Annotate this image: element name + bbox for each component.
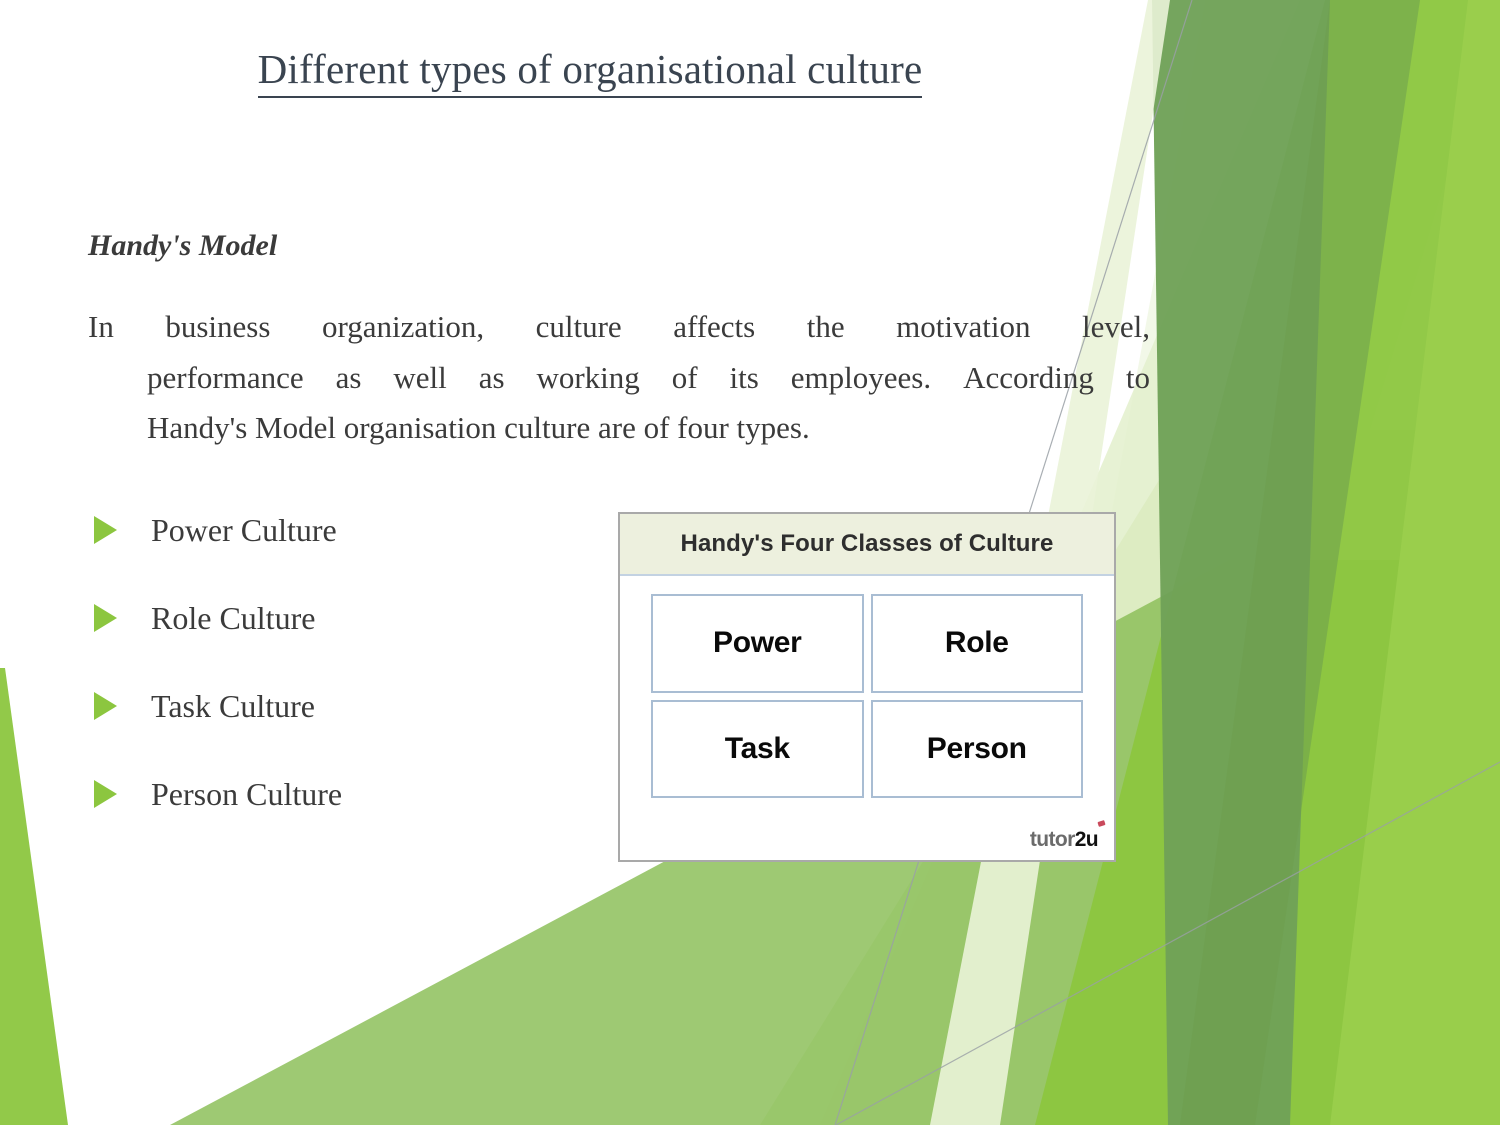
word: the (807, 302, 845, 353)
word: In (88, 302, 114, 353)
word: level, (1082, 302, 1150, 353)
figure-body: Power Role Task Person tutor2u (620, 576, 1114, 860)
shape-dark-green-wedge (1152, 0, 1330, 1125)
word: According (963, 353, 1094, 404)
handys-model-figure: Handy's Four Classes of Culture Power Ro… (618, 512, 1116, 862)
quadrant-cell-task: Task (651, 700, 864, 799)
word: organization, (322, 302, 484, 353)
page-title: Different types of organisational cultur… (258, 46, 923, 98)
list-item-label: Power Culture (151, 514, 337, 546)
figure-title: Handy's Four Classes of Culture (681, 530, 1054, 558)
logo-accent-dot-icon (1097, 820, 1105, 827)
word: affects (673, 302, 755, 353)
quadrant-label: Power (713, 626, 802, 660)
word: business (165, 302, 270, 353)
tutor2u-logo: tutor2u (1030, 828, 1098, 852)
word: as (336, 353, 362, 404)
list-item[interactable]: Task Culture (88, 662, 558, 750)
shape-bottom-left-wedge (0, 668, 68, 1125)
shape-lime-edge (1330, 0, 1500, 1125)
word: performance (147, 353, 304, 404)
word: well (393, 353, 446, 404)
quadrant-grid: Power Role Task Person (651, 594, 1083, 798)
word: working (536, 353, 639, 404)
paragraph-line-3: Handy's Model organisation culture are o… (88, 403, 1150, 454)
word: as (479, 353, 505, 404)
word: motivation (896, 302, 1030, 353)
list-item-label: Task Culture (151, 690, 315, 722)
shape-dark-green-wedge-2 (1180, 0, 1420, 1125)
quadrant-cell-role: Role (871, 594, 1084, 693)
paragraph-line-2: performance as well as working of its em… (88, 353, 1150, 404)
quadrant-label: Task (725, 732, 790, 766)
quadrant-cell-power: Power (651, 594, 864, 693)
paragraph-line-1: In business organization, culture affect… (88, 302, 1150, 353)
triangle-bullet-icon (94, 780, 132, 808)
subheading: Handy's Model (88, 228, 1150, 264)
logo-text-secondary: 2u (1075, 828, 1098, 851)
quadrant-label: Person (927, 732, 1027, 766)
triangle-bullet-icon (94, 692, 132, 720)
figure-header: Handy's Four Classes of Culture (620, 514, 1114, 576)
word: to (1126, 353, 1150, 404)
triangle-bullet-icon (94, 516, 132, 544)
word: culture (536, 302, 622, 353)
quadrant-label: Role (945, 626, 1009, 660)
list-item-label: Role Culture (151, 602, 315, 634)
word: its (730, 353, 759, 404)
bullet-list: Power Culture Role Culture Task Culture … (88, 486, 558, 838)
triangle-bullet-icon (94, 604, 132, 632)
list-item[interactable]: Person Culture (88, 750, 558, 838)
list-item-label: Person Culture (151, 778, 342, 810)
title-block: Different types of organisational cultur… (0, 46, 1180, 98)
body-paragraph: In business organization, culture affect… (88, 302, 1150, 454)
word: of (672, 353, 698, 404)
word: employees. (791, 353, 931, 404)
slide-canvas: Different types of organisational cultur… (0, 0, 1500, 1125)
logo-text-primary: tutor (1030, 828, 1075, 851)
list-item[interactable]: Role Culture (88, 574, 558, 662)
list-item[interactable]: Power Culture (88, 486, 558, 574)
quadrant-cell-person: Person (871, 700, 1084, 799)
